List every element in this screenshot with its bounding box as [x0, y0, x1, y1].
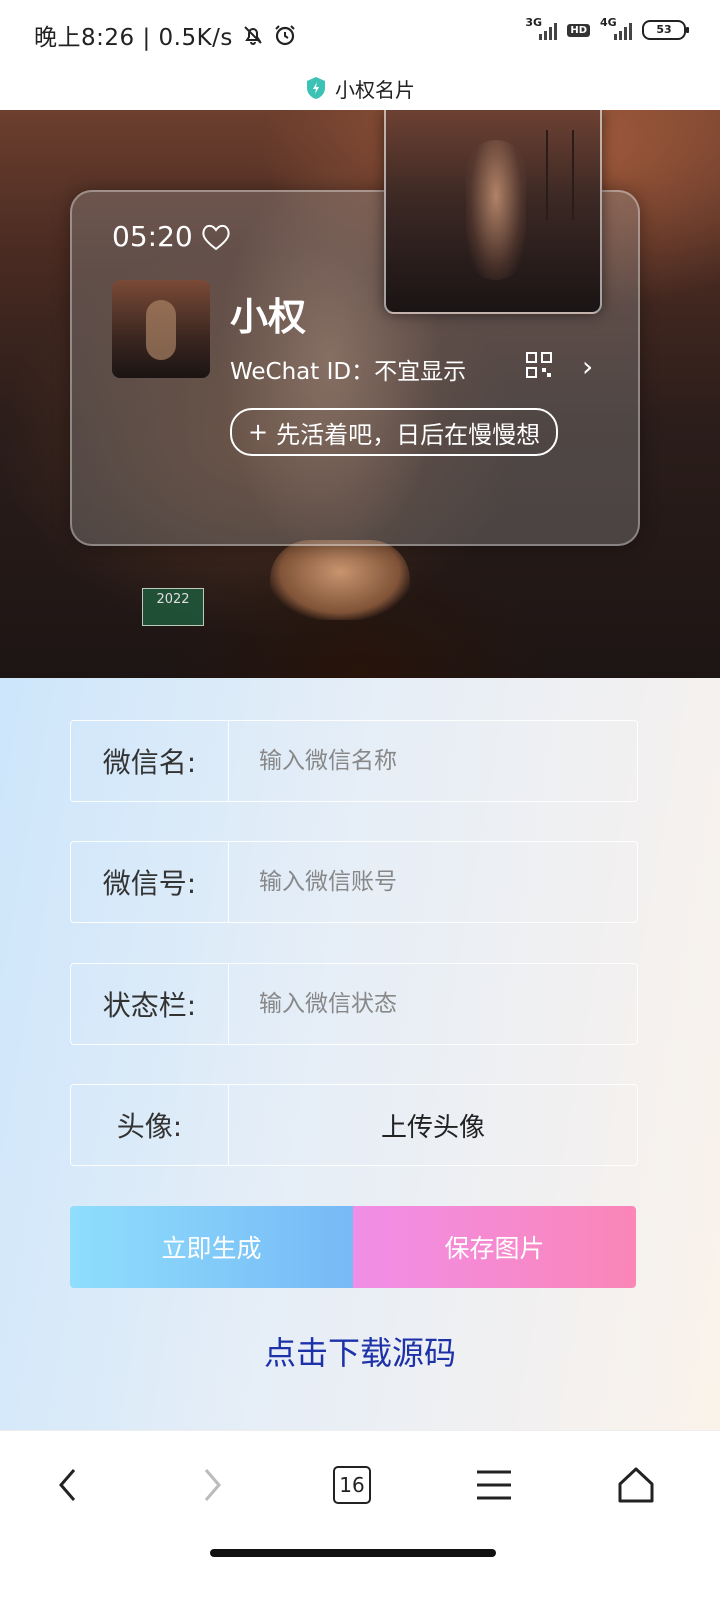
id-input[interactable]	[229, 842, 637, 922]
download-source-link[interactable]: 点击下载源码	[0, 1328, 720, 1374]
qr-code-icon	[526, 352, 552, 378]
chevron-right-icon[interactable]: ›	[582, 350, 593, 383]
tabs-button[interactable]: 16	[322, 1455, 382, 1515]
avatar-label: 头像:	[71, 1085, 229, 1165]
avatar-row: 头像: 上传头像	[70, 1084, 638, 1166]
shield-icon	[307, 77, 325, 99]
name-row: 微信名:	[70, 720, 638, 802]
status-left: 晚上8:26 | 0.5K/s	[34, 18, 297, 52]
status-row: 状态栏:	[70, 963, 638, 1045]
page-title: 小权名片	[335, 77, 415, 102]
signal-4g-icon: 4G	[600, 16, 632, 40]
status-pill[interactable]: + 先活着吧，日后在慢慢想	[230, 408, 559, 456]
signal-3g-icon: 3G	[525, 16, 558, 40]
plus-icon: +	[248, 418, 269, 446]
preview-thumbnail	[384, 110, 602, 314]
id-row: 微信号:	[70, 841, 638, 923]
status-label: 状态栏:	[71, 964, 229, 1044]
tabs-count: 16	[333, 1466, 371, 1504]
status-text: 先活着吧，日后在慢慢想	[276, 420, 541, 449]
menu-button[interactable]	[464, 1455, 524, 1515]
action-buttons: 立即生成 保存图片	[70, 1206, 636, 1288]
upload-avatar-button[interactable]: 上传头像	[229, 1085, 637, 1165]
mute-bell-icon	[244, 26, 262, 45]
card-time-text: 05:20	[112, 220, 193, 253]
hd-badge: HD	[567, 23, 590, 37]
net2-label: 4G	[600, 16, 617, 29]
battery-icon: 53	[642, 20, 689, 40]
bottom-nav: 16	[0, 1430, 720, 1601]
heart-icon	[202, 224, 230, 250]
status-bar: 晚上8:26 | 0.5K/s 3G HD 4G 53	[0, 0, 720, 66]
back-icon	[59, 1469, 76, 1501]
card-time: 05:20	[112, 220, 231, 253]
status-input[interactable]	[229, 964, 637, 1044]
id-label: 微信号:	[71, 842, 229, 922]
form-area: 微信名: 微信号: 状态栏: 头像: 上传头像 立即生成 保存图片 点击下载源码	[0, 678, 720, 1430]
preview-figure	[466, 140, 526, 280]
net1-label: 3G	[525, 16, 543, 29]
home-button[interactable]	[606, 1455, 666, 1515]
menu-icon	[477, 1470, 511, 1500]
card-wechat-id: WeChat ID：不宜显示	[230, 359, 467, 385]
generate-button[interactable]: 立即生成	[70, 1206, 353, 1288]
home-indicator	[210, 1549, 496, 1557]
name-label: 微信名:	[71, 721, 229, 801]
status-right: 3G HD 4G 53	[525, 16, 689, 40]
alarm-icon	[275, 25, 295, 46]
back-button[interactable]	[38, 1455, 98, 1515]
plate-sticker: 2022	[142, 588, 204, 626]
hero-preview: 2022 05:20 小权 WeChat ID：不宜显示 › + 先活着吧，日后…	[0, 110, 720, 678]
status-time-speed: 晚上8:26 | 0.5K/s	[34, 25, 233, 51]
forward-icon	[204, 1469, 221, 1501]
save-image-button[interactable]: 保存图片	[353, 1206, 636, 1288]
name-input[interactable]	[229, 721, 637, 801]
home-icon	[618, 1467, 654, 1503]
card-name: 小权	[230, 295, 307, 339]
background-boots	[270, 540, 410, 620]
forward-button[interactable]	[182, 1455, 242, 1515]
avatar	[112, 280, 210, 378]
title-bar: 小权名片	[0, 66, 720, 110]
